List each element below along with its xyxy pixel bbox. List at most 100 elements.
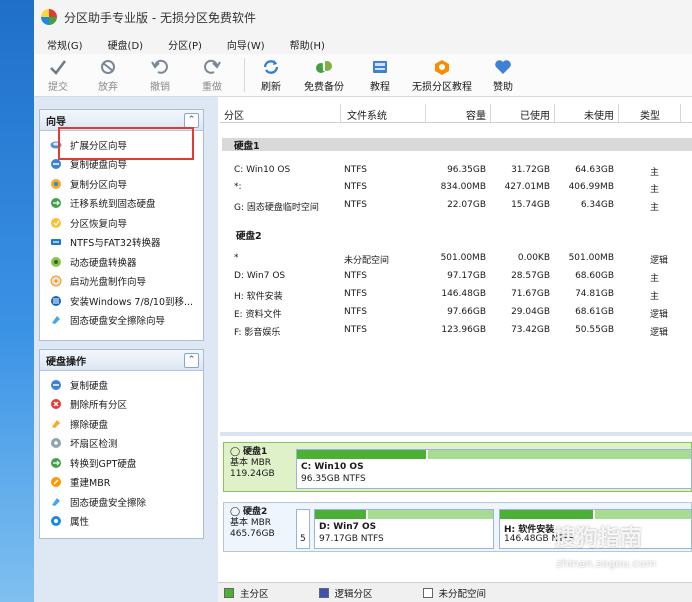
undo-button[interactable]: 撤销 — [134, 54, 186, 96]
sponsor-button[interactable]: 赞助 — [481, 54, 525, 96]
legend-logical: 逻辑分区 — [318, 586, 373, 600]
disk-op-label: 重建MBR — [70, 478, 111, 490]
wizard-item-migrate-os-ssd[interactable]: 迁移系统到固态硬盘 — [40, 194, 203, 214]
disk-op-label: 复制硬盘 — [70, 380, 109, 392]
cell-partition: F: 影音娱乐 — [234, 328, 281, 338]
cell-filesystem: NTFS — [344, 200, 367, 210]
disk-op-convert-gpt[interactable]: 转换到GPT硬盘 — [40, 453, 203, 473]
tutorial-button[interactable]: 教程 — [357, 54, 403, 96]
wizard-item-install-windows[interactable]: 安装Windows 7/8/10到移... — [40, 291, 203, 311]
lossless-guide-button[interactable]: 无损分区教程 — [403, 54, 481, 96]
free-backup-button[interactable]: 免费备份 — [291, 54, 357, 96]
tutorial-book-icon — [373, 61, 387, 73]
wizard-item-label: 分区恢复向导 — [70, 218, 128, 230]
menu-general[interactable]: 常规(G) — [34, 37, 95, 52]
left-sidebar: 向导 ⌃ 扩展分区向导 复制硬盘向导 复制分区向导 迁移系统到固态硬盘 分区恢复… — [34, 97, 218, 602]
table-row[interactable]: E: 资料文件 NTFS 97.66GB 29.04GB 68.61GB 逻辑 — [220, 305, 692, 322]
legend-swatch — [318, 588, 329, 598]
wizard-item-boot-cd[interactable]: 启动光盘制作向导 — [40, 272, 203, 292]
cell-used: 29.04GB — [511, 307, 550, 317]
wizard-item-ntfs-fat32[interactable]: NTFS与FAT32转换器 — [40, 233, 203, 253]
cell-type: 主 — [650, 168, 660, 178]
table-row[interactable]: C: Win10 OS NTFS 96.35GB 31.72GB 64.63GB… — [220, 163, 692, 180]
col-filesystem[interactable]: 文件系统 — [347, 107, 387, 122]
table-row[interactable]: G: 固态硬盘临时空间 NTFS 22.07GB 15.74GB 6.34GB … — [220, 198, 692, 215]
cell-capacity: 501.00MB — [440, 253, 486, 263]
boot-cd-icon — [50, 275, 62, 287]
ssd-erase-icon — [52, 316, 60, 325]
cell-filesystem: NTFS — [344, 307, 367, 317]
disk-op-wipe-disk[interactable]: 擦除硬盘 — [40, 414, 203, 434]
disk2-volume-d[interactable]: D: Win7 OS 97.17GB NTFS — [314, 509, 494, 549]
menu-partition[interactable]: 分区(P) — [155, 37, 214, 52]
disk-op-label: 转换到GPT硬盘 — [70, 458, 137, 470]
menu-help[interactable]: 帮助(H) — [277, 37, 337, 52]
table-row[interactable]: * 未分配空间 501.00MB 0.00KB 501.00MB 逻辑 — [220, 251, 692, 268]
cell-used: 427.01MB — [504, 182, 550, 192]
table-row[interactable]: H: 软件安装 NTFS 146.48GB 71.67GB 74.81GB 主 — [220, 287, 692, 304]
discard-icon — [101, 60, 115, 74]
collapse-disk-ops-button[interactable]: ⌃ — [184, 352, 199, 368]
ssd-erase-icon — [52, 497, 60, 506]
disk1-group-header[interactable]: 硬盘1 — [222, 138, 692, 152]
toolbar: 提交 放弃 撤销 重做 刷新 免费备份 教程 无损分区教程 赞助 — [34, 54, 692, 97]
disk2-kind: 基本 MBR — [230, 518, 272, 528]
disk1-volume-c[interactable]: C: Win10 OS 96.35GB NTFS — [296, 449, 692, 489]
cell-capacity: 97.17GB — [447, 271, 486, 281]
table-row[interactable]: F: 影音娱乐 NTFS 123.96GB 73.42GB 50.55GB 逻辑 — [220, 323, 692, 340]
disk-op-rebuild-mbr[interactable]: 重建MBR — [40, 473, 203, 493]
cell-used: 71.67GB — [511, 289, 550, 299]
disk-small-icon: ◯ — [230, 507, 241, 517]
submit-button[interactable]: 提交 — [34, 54, 82, 96]
col-free[interactable]: 未使用 — [584, 107, 614, 122]
cell-filesystem: NTFS — [344, 325, 367, 335]
backup-icon — [316, 61, 332, 73]
cell-partition: D: Win7 OS — [234, 271, 286, 281]
wizard-item-copy-disk[interactable]: 复制硬盘向导 — [40, 155, 203, 175]
wizard-item-dynamic-disk[interactable]: 动态硬盘转换器 — [40, 252, 203, 272]
volume-title: D: Win7 OS — [319, 522, 377, 532]
col-capacity[interactable]: 容量 — [466, 107, 486, 122]
disk-op-label: 固态硬盘安全擦除 — [70, 497, 147, 509]
table-row[interactable]: D: Win7 OS NTFS 97.17GB 28.57GB 68.60GB … — [220, 269, 692, 286]
redo-icon — [204, 59, 221, 74]
rebuild-mbr-icon — [51, 477, 61, 488]
collapse-wizard-button[interactable]: ⌃ — [184, 112, 199, 128]
refresh-button[interactable]: 刷新 — [251, 54, 291, 96]
menu-disk[interactable]: 硬盘(D) — [95, 37, 156, 52]
disk-op-properties[interactable]: 属性 — [40, 512, 203, 532]
app-logo-icon — [41, 9, 57, 25]
windows-install-icon — [51, 295, 61, 306]
disk1-map-card[interactable]: ◯ 硬盘1 基本 MBR 119.24GB C: Win10 OS 96.35G… — [223, 442, 692, 492]
discard-button[interactable]: 放弃 — [82, 54, 134, 96]
wizard-item-copy-partition[interactable]: 复制分区向导 — [40, 174, 203, 194]
col-type[interactable]: 类型 — [640, 107, 660, 122]
menu-wizard[interactable]: 向导(W) — [214, 37, 277, 52]
wipe-icon — [52, 419, 60, 428]
disk-ops-panel-title: 硬盘操作 — [46, 356, 86, 368]
disk2-unallocated-block[interactable]: 5 — [296, 509, 310, 549]
disk-op-copy-disk[interactable]: 复制硬盘 — [40, 375, 203, 395]
cell-capacity: 22.07GB — [447, 200, 486, 210]
cell-type: 逻辑 — [650, 256, 669, 266]
disk-op-delete-all[interactable]: 删除所有分区 — [40, 395, 203, 415]
wizard-item-ssd-secure-erase[interactable]: 固态硬盘安全擦除向导 — [40, 311, 203, 331]
col-used[interactable]: 已使用 — [520, 107, 550, 122]
disk-op-bad-sector[interactable]: 坏扇区检测 — [40, 434, 203, 454]
usage-bar-used — [297, 450, 426, 459]
wizard-item-label: 启动光盘制作向导 — [70, 277, 147, 289]
col-partition[interactable]: 分区 — [224, 107, 244, 122]
legend-bar: 主分区 逻辑分区 未分配空间 — [218, 582, 692, 602]
column-divider — [490, 104, 491, 122]
watermark-url: zhinan.sogou.com — [556, 557, 657, 570]
wizard-list: 扩展分区向导 复制硬盘向导 复制分区向导 迁移系统到固态硬盘 分区恢复向导 NT… — [40, 131, 203, 330]
disk-op-ssd-erase[interactable]: 固态硬盘安全擦除 — [40, 492, 203, 512]
redo-button[interactable]: 重做 — [186, 54, 238, 96]
legend-unallocated-label: 未分配空间 — [438, 589, 487, 600]
disk2-group-header[interactable]: 硬盘2 — [236, 228, 262, 242]
properties-icon — [51, 516, 61, 527]
table-row[interactable]: *: NTFS 834.00MB 427.01MB 406.99MB 主 — [220, 180, 692, 197]
disk1-size: 119.24GB — [230, 469, 275, 479]
wizard-item-extend-partition[interactable]: 扩展分区向导 — [40, 135, 203, 155]
wizard-item-partition-recovery[interactable]: 分区恢复向导 — [40, 213, 203, 233]
